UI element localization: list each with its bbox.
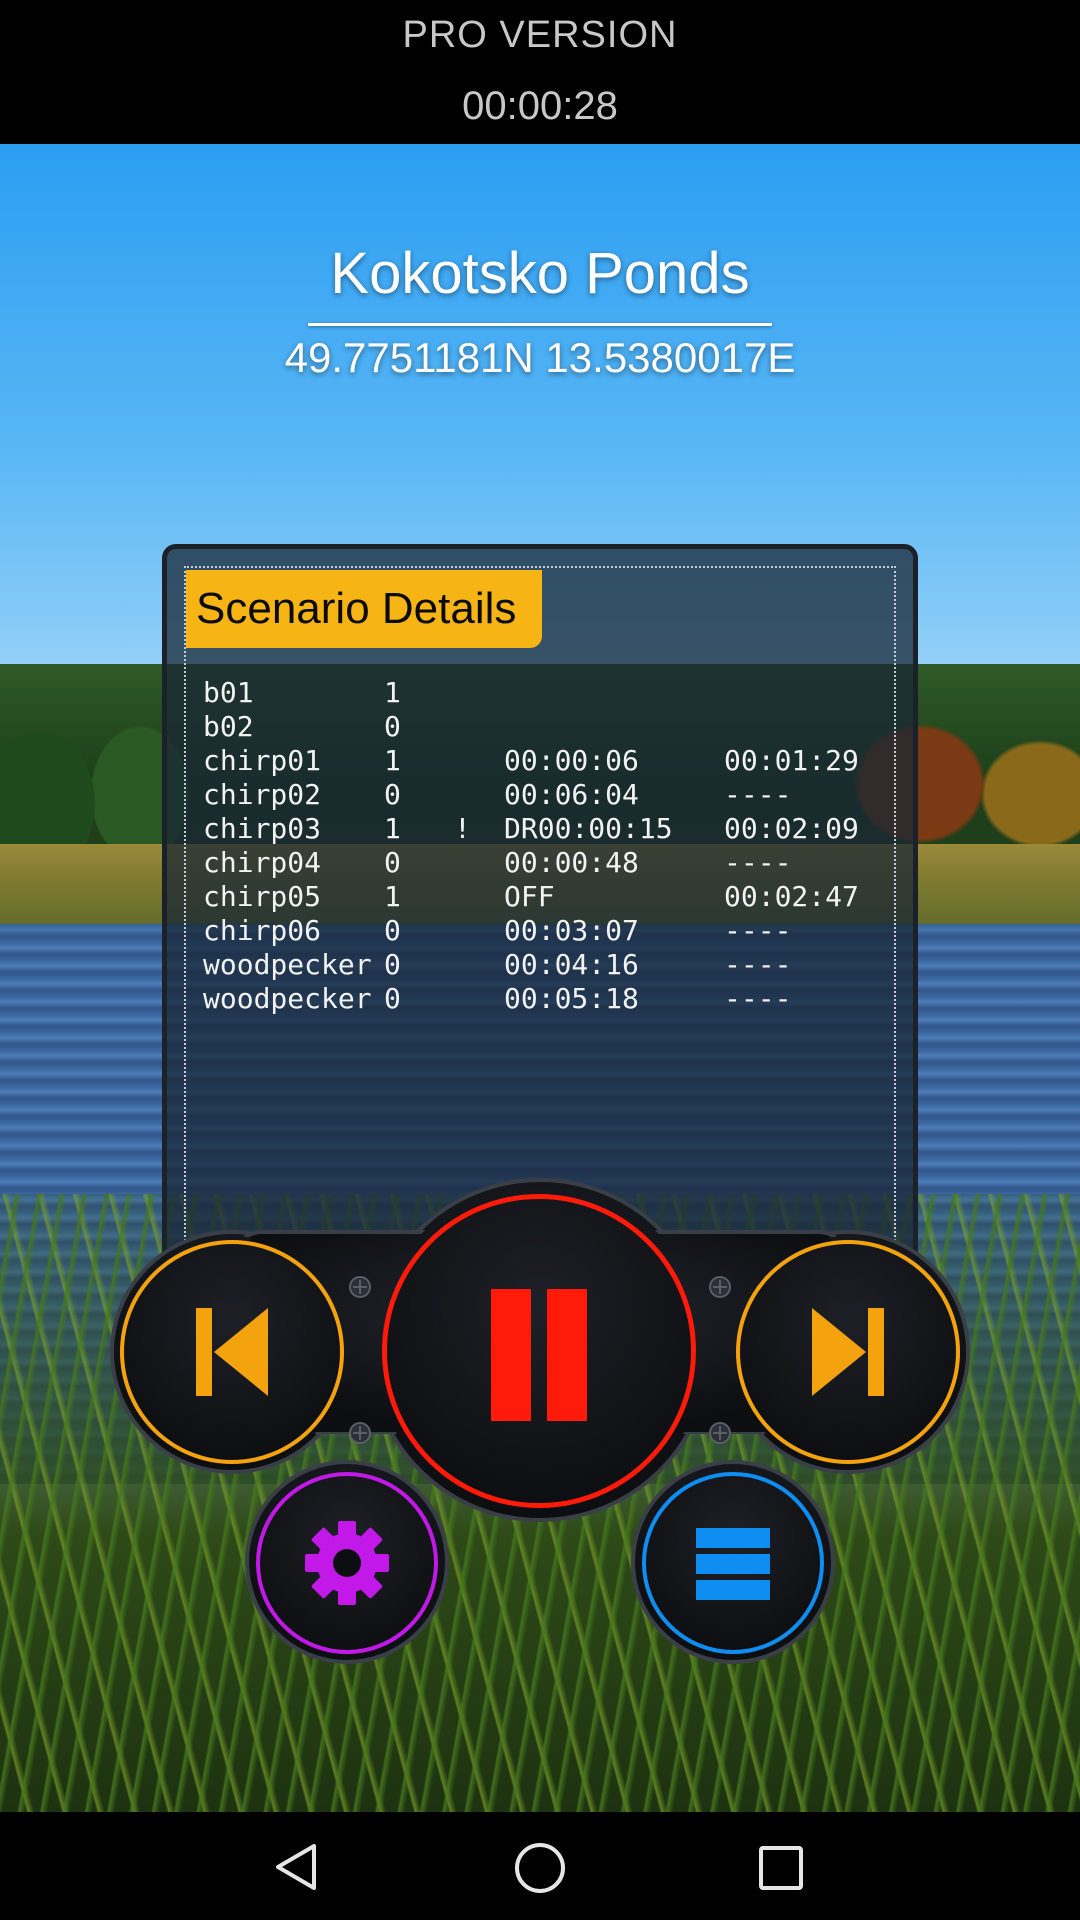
scenario-row: b02 0	[203, 710, 903, 744]
row-time: 00:03:07	[504, 914, 639, 947]
row-time: 00:04:16	[504, 948, 639, 981]
row-time: 00:00:48	[504, 846, 639, 879]
pro-version-label: PRO VERSION	[402, 14, 678, 56]
row-value: 0	[384, 778, 401, 811]
scenario-row: chirp06 0 00:03:07 ----	[203, 914, 903, 948]
scenario-row: chirp01 1 00:00:06 00:01:29	[203, 744, 903, 778]
gear-icon	[305, 1521, 389, 1605]
row-value: 1	[384, 676, 401, 709]
row-name: chirp03	[203, 812, 322, 845]
settings-button[interactable]	[256, 1472, 438, 1654]
row-name: chirp06	[203, 914, 322, 947]
row-name: chirp02	[203, 778, 322, 811]
scenario-row: woodpecker 0 00:05:18 ----	[203, 982, 903, 1016]
row-end: 00:02:47	[724, 880, 859, 913]
scenario-row: chirp03 1 ! DR00:00:15 00:02:09	[203, 812, 903, 846]
elapsed-timer: 00:00:28	[462, 84, 618, 128]
scenario-row: chirp05 1 OFF 00:02:47	[203, 880, 903, 914]
scenario-rows: b01 1 b02 0 chirp01 1 00:00:06 00:01:29 …	[203, 676, 903, 1016]
row-value: 0	[384, 914, 401, 947]
back-icon[interactable]	[272, 1842, 322, 1892]
row-end: ----	[724, 914, 792, 947]
row-time: OFF	[504, 880, 555, 913]
location-coordinates: 49.7751181N 13.5380017E	[284, 334, 796, 381]
skip-previous-icon	[196, 1308, 268, 1396]
scenario-row: b01 1	[203, 676, 903, 710]
pause-button[interactable]	[382, 1194, 696, 1508]
previous-button[interactable]	[120, 1240, 344, 1464]
row-time: 00:06:04	[504, 778, 639, 811]
row-end: ----	[724, 948, 792, 981]
row-value: 0	[384, 710, 401, 743]
row-flag: !	[454, 812, 471, 845]
scenario-row: woodpecker 0 00:04:16 ----	[203, 948, 903, 982]
skip-next-icon	[812, 1308, 884, 1396]
row-value: 1	[384, 744, 401, 777]
row-end: ----	[724, 982, 792, 1015]
navigation-bar	[0, 1812, 1080, 1920]
row-end: 00:01:29	[724, 744, 859, 777]
row-name: b01	[203, 676, 254, 709]
next-button[interactable]	[736, 1240, 960, 1464]
row-name: chirp04	[203, 846, 322, 879]
top-bar: PRO VERSION 00:00:28	[0, 0, 1080, 144]
recents-icon[interactable]	[757, 1844, 805, 1892]
home-icon[interactable]	[513, 1841, 567, 1895]
row-time: 00:05:18	[504, 982, 639, 1015]
row-name: woodpecker	[203, 982, 372, 1015]
row-end: 00:02:09	[724, 812, 859, 845]
row-name: b02	[203, 710, 254, 743]
row-value: 0	[384, 846, 401, 879]
pause-icon	[491, 1289, 587, 1421]
menu-button[interactable]	[642, 1472, 824, 1654]
row-end: ----	[724, 846, 792, 879]
row-time: 00:00:06	[504, 744, 639, 777]
row-value: 1	[384, 812, 401, 845]
row-name: chirp01	[203, 744, 322, 777]
scenario-title: Scenario Details	[186, 570, 542, 648]
scenario-row: chirp04 0 00:00:48 ----	[203, 846, 903, 880]
row-value: 0	[384, 982, 401, 1015]
row-end: ----	[724, 778, 792, 811]
row-time: DR00:00:15	[504, 812, 673, 845]
menu-icon	[696, 1528, 770, 1600]
location-name: Kokotsko Ponds	[330, 241, 750, 306]
row-value: 0	[384, 948, 401, 981]
row-name: woodpecker	[203, 948, 372, 981]
scenario-row: chirp02 0 00:06:04 ----	[203, 778, 903, 812]
row-name: chirp05	[203, 880, 322, 913]
title-divider	[308, 323, 772, 326]
row-value: 1	[384, 880, 401, 913]
